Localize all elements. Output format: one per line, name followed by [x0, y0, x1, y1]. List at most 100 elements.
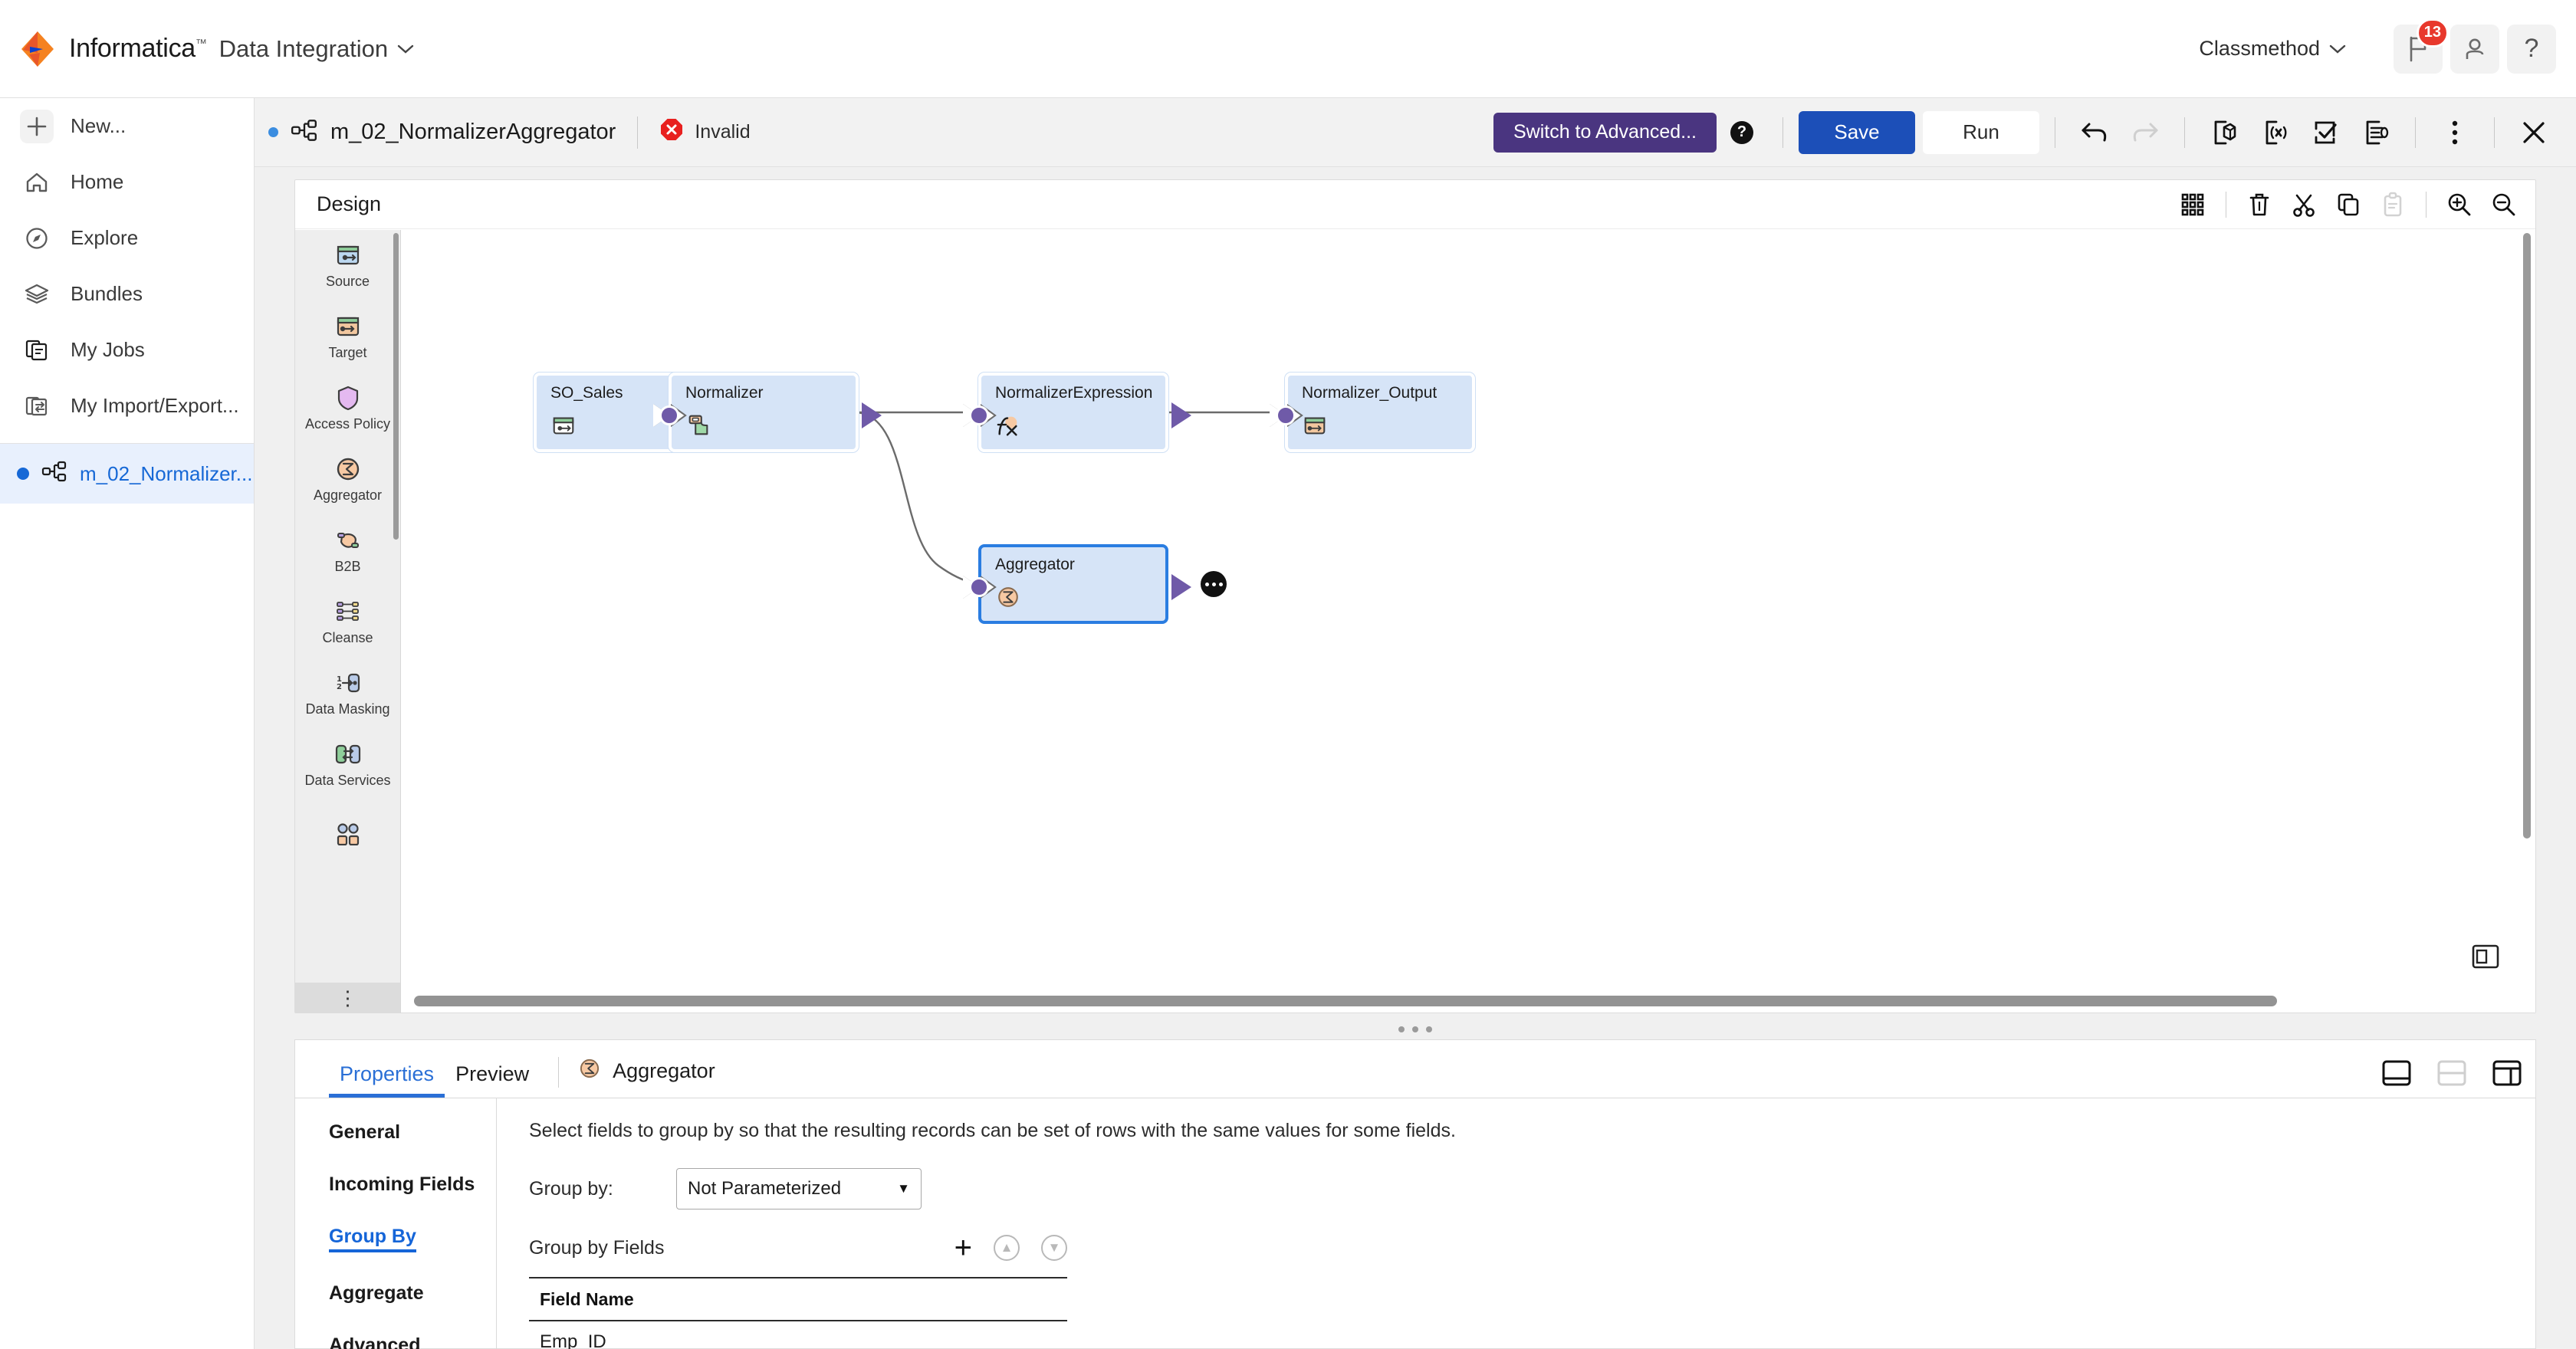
palette-item-cleanse[interactable]: Cleanse: [295, 586, 400, 658]
switch-to-advanced-button[interactable]: Switch to Advanced...: [1493, 112, 1717, 153]
validate-icon[interactable]: [2302, 109, 2349, 156]
org-switcher[interactable]: Classmethod: [2199, 37, 2346, 61]
panel-right-icon[interactable]: [2491, 1059, 2525, 1089]
parameters-icon[interactable]: [2251, 109, 2298, 156]
group-by-fields-label: Group by Fields: [529, 1236, 665, 1259]
table-row[interactable]: Emp_ID: [529, 1321, 1067, 1349]
run-button[interactable]: Run: [1923, 110, 2039, 154]
palette-item-label: B2B: [334, 559, 361, 574]
palette-item-data-masking[interactable]: 1 2 Data Masking: [295, 658, 400, 729]
canvas-node-normalizer[interactable]: Normalizer: [653, 373, 882, 452]
props-nav-incoming-fields[interactable]: Incoming Fields: [329, 1173, 475, 1196]
panel-layout-controls: [2380, 1059, 2525, 1098]
transformation-palette[interactable]: Source Target Access Policy Aggregator B…: [295, 230, 401, 1013]
props-nav-general[interactable]: General: [329, 1121, 400, 1144]
node-output-port[interactable]: [862, 402, 882, 428]
sidebar-item-my-jobs[interactable]: My Jobs: [0, 322, 254, 378]
group-by-select[interactable]: Not Parameterized ▼: [676, 1168, 922, 1210]
sidebar-item-explore[interactable]: Explore: [0, 210, 254, 266]
user-icon: [2466, 38, 2484, 59]
chevron-down-icon[interactable]: [397, 39, 414, 59]
expression-icon: [995, 412, 1021, 438]
palette-item-label: Source: [325, 274, 370, 289]
delete-icon[interactable]: [2237, 182, 2282, 227]
node-title: Normalizer: [685, 384, 764, 402]
props-nav-aggregate[interactable]: Aggregate: [329, 1282, 424, 1305]
props-nav-advanced[interactable]: Advanced: [329, 1334, 420, 1349]
palette-item-b2b[interactable]: B2B: [295, 515, 400, 586]
add-field-button[interactable]: +: [955, 1232, 972, 1263]
canvas-vertical-scrollbar[interactable]: [2523, 233, 2531, 839]
aggregator-icon: [995, 584, 1021, 610]
tab-aggregator[interactable]: Aggregator: [577, 1056, 715, 1098]
palette-item-target[interactable]: Target: [295, 301, 400, 373]
zoom-in-icon[interactable]: [2437, 182, 2482, 227]
copy-icon[interactable]: [2326, 182, 2371, 227]
fit-to-screen-icon[interactable]: [2469, 940, 2502, 973]
group-by-form: Select fields to group by so that the re…: [497, 1098, 2535, 1349]
canvas-node-normalizer-output[interactable]: Normalizer_Output: [1270, 373, 1475, 452]
properties-body: General Incoming Fields Group By Aggrega…: [295, 1098, 2535, 1349]
paste-icon[interactable]: [2371, 182, 2415, 227]
palette-item-data-services[interactable]: Data Services: [295, 729, 400, 800]
node-output-port[interactable]: [1171, 402, 1191, 428]
kebab-menu-icon[interactable]: [2431, 109, 2479, 156]
undo-icon[interactable]: [2071, 109, 2118, 156]
palette-item-access-policy[interactable]: Access Policy: [295, 373, 400, 444]
canvas-node-normalizer-expression[interactable]: NormalizerExpression: [963, 373, 1191, 452]
palette-item-source[interactable]: Source: [295, 230, 400, 301]
node-input-port[interactable]: [659, 405, 679, 425]
tab-preview[interactable]: Preview: [445, 1062, 540, 1098]
palette-item-aggregator[interactable]: Aggregator: [295, 444, 400, 515]
redo-icon[interactable]: [2121, 109, 2169, 156]
palette-item-deduplicate[interactable]: [295, 800, 400, 871]
header-actions: Classmethod 13 ?: [2199, 18, 2576, 74]
move-up-icon[interactable]: ▲: [994, 1235, 1020, 1261]
mapping-canvas[interactable]: SO_Sales Normalizer NormalizerExpression…: [402, 230, 2535, 1013]
node-input-port[interactable]: [969, 577, 989, 597]
node-input-port[interactable]: [1276, 405, 1296, 425]
cut-icon[interactable]: [2282, 182, 2326, 227]
palette-scrollbar[interactable]: [393, 233, 399, 540]
palette-more-button[interactable]: ⋮: [295, 983, 400, 1013]
toolbar-divider: [2184, 117, 2185, 148]
save-button[interactable]: Save: [1799, 110, 1915, 154]
props-nav-group-by[interactable]: Group By: [329, 1226, 416, 1252]
node-input-port[interactable]: [969, 405, 989, 425]
canvas-horizontal-scrollbar[interactable]: [414, 996, 2277, 1006]
canvas-node-aggregator[interactable]: Aggregator: [963, 544, 1227, 624]
sidebar-item-label: My Import/Export...: [71, 394, 239, 417]
advanced-help-icon[interactable]: ?: [1730, 120, 1753, 144]
panel-split-icon[interactable]: [2436, 1059, 2469, 1089]
palette-item-label: Data Services: [304, 773, 391, 788]
design-toolbar: [2170, 182, 2526, 227]
mapping-details-icon[interactable]: [2352, 109, 2400, 156]
close-icon[interactable]: [2510, 109, 2558, 156]
panel-bottom-icon[interactable]: [2380, 1059, 2414, 1089]
invalid-icon: [659, 117, 684, 147]
panel-splitter[interactable]: [294, 1019, 2536, 1039]
target-icon: [337, 317, 359, 336]
sidebar-item-new[interactable]: New...: [0, 98, 254, 154]
node-output-port[interactable]: [1171, 574, 1191, 600]
zoom-out-icon[interactable]: [2482, 182, 2526, 227]
sidebar-item-open-mapping[interactable]: m_02_Normalizer...: [0, 444, 254, 504]
user-button[interactable]: [2450, 24, 2499, 74]
grid-icon[interactable]: [2170, 182, 2215, 227]
mapping-icon: [291, 119, 318, 146]
service-name[interactable]: Data Integration: [219, 35, 389, 63]
sidebar-item-home[interactable]: Home: [0, 154, 254, 210]
notification-badge: 13: [2416, 18, 2449, 48]
move-down-icon[interactable]: ▼: [1041, 1235, 1067, 1261]
sidebar-item-import-export[interactable]: My Import/Export...: [0, 378, 254, 434]
chevron-down-icon: ▼: [897, 1181, 910, 1196]
sidebar-item-label: m_02_Normalizer...: [80, 461, 253, 485]
palette-item-label: Target: [328, 345, 367, 360]
node-more-options-icon[interactable]: [1201, 571, 1227, 597]
notifications-button[interactable]: 13: [2394, 18, 2449, 74]
tab-properties[interactable]: Properties: [329, 1062, 445, 1098]
group-by-select-value: Not Parameterized: [688, 1178, 842, 1199]
sidebar-item-bundles[interactable]: Bundles: [0, 266, 254, 322]
new-mapping-icon[interactable]: [2200, 109, 2248, 156]
help-button[interactable]: ?: [2507, 24, 2556, 74]
